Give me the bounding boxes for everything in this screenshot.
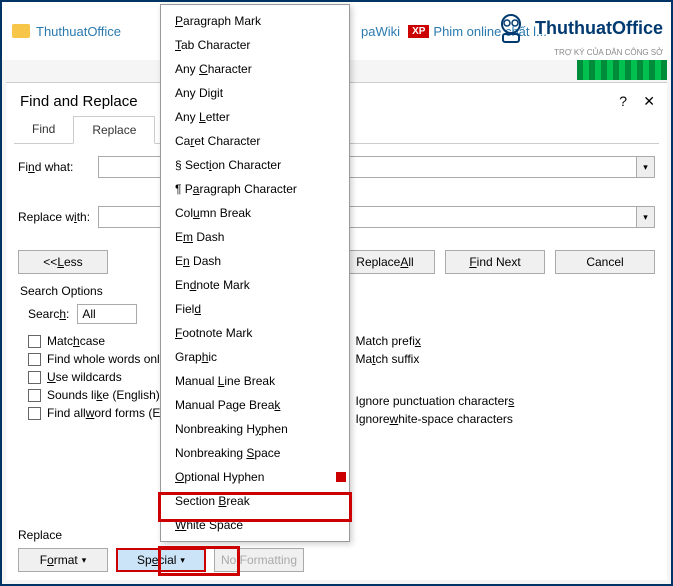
site-logo: ThuthuatOffice TRỢ KÝ CỦA DÂN CÔNG SỞ (491, 8, 663, 57)
check-ignore-punct[interactable]: Ignore punctuation characters (337, 394, 646, 408)
menu-section-break[interactable]: Section Break (161, 489, 349, 513)
menu-tab-character[interactable]: Tab Character (161, 33, 349, 57)
logo-subtitle: TRỢ KÝ CỦA DÂN CÔNG SỞ (491, 48, 663, 57)
check-match-prefix[interactable]: Match prefix (337, 334, 646, 348)
menu-paragraph-character[interactable]: ¶ Paragraph Character (161, 177, 349, 201)
close-button[interactable]: ✕ (643, 93, 655, 110)
mascot-icon (491, 8, 531, 48)
replace-all-button[interactable]: Replace All (335, 250, 435, 274)
special-menu: Paragraph Mark Tab Character Any Charact… (160, 4, 350, 542)
menu-graphic[interactable]: Graphic (161, 345, 349, 369)
menu-column-break[interactable]: Column Break (161, 201, 349, 225)
menu-nonbreaking-hyphen[interactable]: Nonbreaking Hyphen (161, 417, 349, 441)
search-direction-select[interactable]: All (77, 304, 137, 324)
menu-caret-character[interactable]: Caret Character (161, 129, 349, 153)
replace-with-label: Replace with: (18, 210, 98, 224)
tab-replace[interactable]: Replace (73, 116, 155, 144)
menu-white-space[interactable]: White Space (161, 513, 349, 537)
special-button[interactable]: Special (116, 548, 206, 572)
menu-paragraph-mark[interactable]: Paragraph Mark (161, 9, 349, 33)
menu-nonbreaking-space[interactable]: Nonbreaking Space (161, 441, 349, 465)
less-button[interactable]: << Less (18, 250, 108, 274)
find-what-label: Find what: (18, 160, 98, 174)
menu-field[interactable]: Field (161, 297, 349, 321)
find-next-button[interactable]: Find Next (445, 250, 545, 274)
menu-any-letter[interactable]: Any Letter (161, 105, 349, 129)
cancel-button[interactable]: Cancel (555, 250, 655, 274)
xp-badge-icon: XP (408, 25, 429, 38)
menu-any-character[interactable]: Any Character (161, 57, 349, 81)
menu-endnote-mark[interactable]: Endnote Mark (161, 273, 349, 297)
decorative-strip (577, 60, 667, 80)
browser-tab-1[interactable]: ThuthuatOffice (36, 24, 121, 39)
help-button[interactable]: ? (619, 93, 627, 109)
find-what-dropdown[interactable]: ▾ (637, 156, 655, 178)
folder-icon (12, 24, 30, 38)
check-match-suffix[interactable]: Match suffix (337, 352, 646, 366)
menu-section-character[interactable]: § Section Character (161, 153, 349, 177)
search-direction-label: Search: (28, 307, 69, 321)
no-formatting-button: No Formatting (214, 548, 304, 572)
replace-with-dropdown[interactable]: ▾ (637, 206, 655, 228)
check-ignore-whitespace[interactable]: Ignore white-space characters (337, 412, 646, 426)
menu-optional-hyphen[interactable]: Optional Hyphen (161, 465, 349, 489)
tab-find[interactable]: Find (14, 116, 73, 143)
format-button[interactable]: Format (18, 548, 108, 572)
logo-text: ThuthuatOffice (535, 18, 663, 39)
browser-tab-2[interactable]: paWiki (361, 24, 400, 39)
menu-em-dash[interactable]: Em Dash (161, 225, 349, 249)
menu-footnote-mark[interactable]: Footnote Mark (161, 321, 349, 345)
menu-manual-line-break[interactable]: Manual Line Break (161, 369, 349, 393)
menu-en-dash[interactable]: En Dash (161, 249, 349, 273)
menu-any-digit[interactable]: Any Digit (161, 81, 349, 105)
menu-manual-page-break[interactable]: Manual Page Break (161, 393, 349, 417)
annotation-dot (336, 472, 346, 482)
